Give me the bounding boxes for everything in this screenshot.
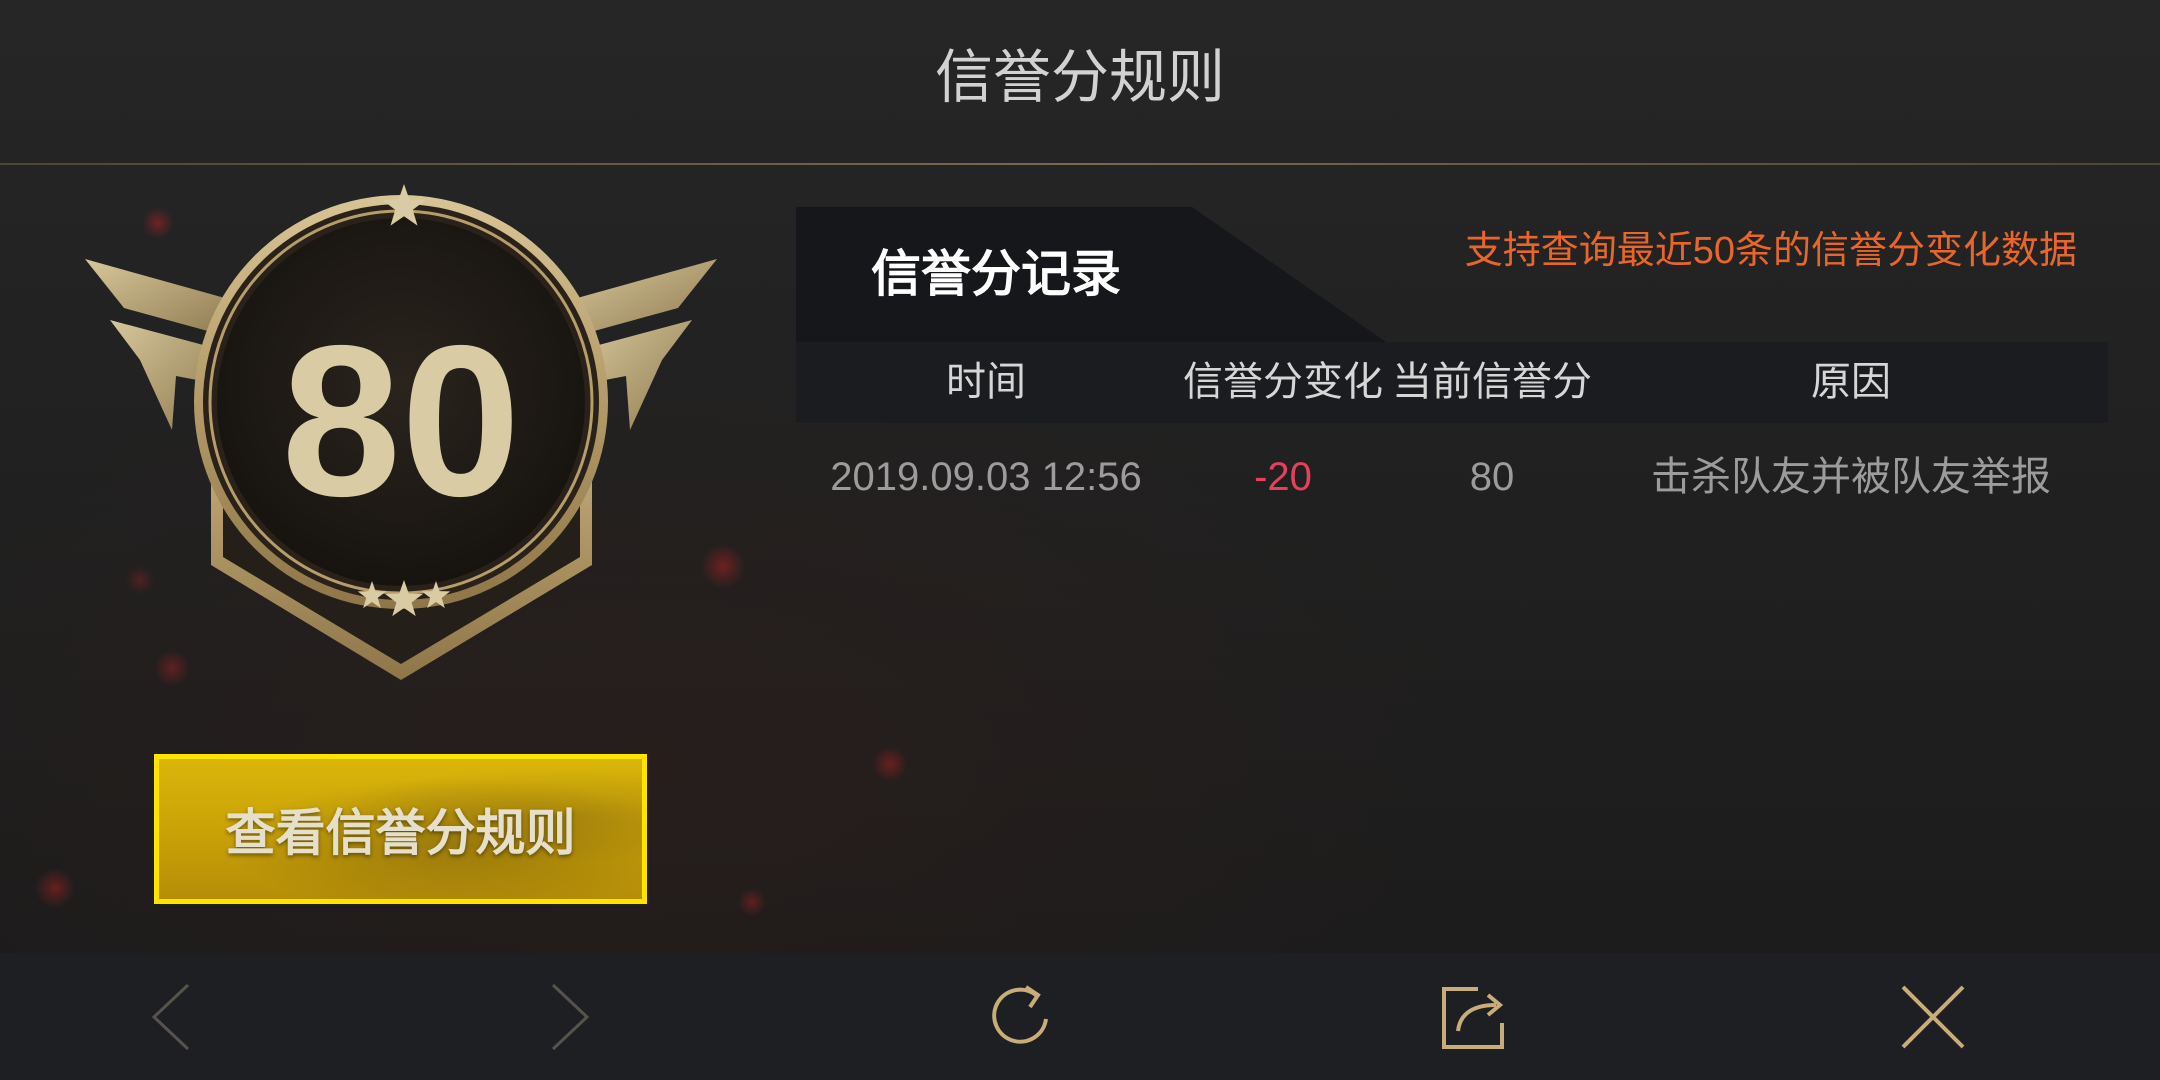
forward-button[interactable]	[529, 977, 609, 1057]
bottom-nav-bar	[0, 953, 2160, 1080]
app-root: 信誉分规则 80 查看信誉分规则 信誉分记录 支持查询最近50条的信誉分变化数据…	[0, 0, 2160, 1080]
table-row: 2019.09.03 12:56 -20 80 击杀队友并被队友举报	[796, 437, 2108, 518]
chevron-right-icon	[551, 983, 590, 1051]
credit-score-badge: 80	[85, 184, 717, 680]
refresh-button[interactable]	[982, 977, 1062, 1057]
records-note: 支持查询最近50条的信誉分变化数据	[1464, 230, 2077, 272]
view-rules-button[interactable]: 查看信誉分规则	[154, 754, 647, 904]
tab-credit-records-label: 信誉分记录	[871, 246, 1121, 302]
share-button[interactable]	[1434, 977, 1514, 1057]
close-button[interactable]	[1893, 977, 1973, 1057]
column-header-time: 时间	[946, 360, 1026, 404]
page-title: 信誉分规则	[934, 45, 1225, 110]
credit-score-value: 80	[281, 300, 520, 541]
column-header-current: 当前信誉分	[1392, 360, 1592, 404]
refresh-icon	[992, 985, 1048, 1044]
back-button[interactable]	[132, 977, 212, 1057]
row-change: -20	[1254, 455, 1312, 499]
records-table-header: 时间 信誉分变化 当前信誉分 原因	[796, 342, 2108, 423]
column-header-change: 信誉分变化	[1183, 360, 1383, 404]
close-icon	[1901, 985, 1965, 1049]
header-divider	[0, 163, 2160, 165]
row-reason: 击杀队友并被队友举报	[1651, 455, 2051, 499]
view-rules-button-label: 查看信誉分规则	[225, 805, 576, 861]
chevron-left-icon	[151, 983, 190, 1051]
column-header-reason: 原因	[1811, 360, 1891, 404]
row-time: 2019.09.03 12:56	[830, 455, 1142, 499]
share-icon	[1442, 987, 1504, 1049]
row-current: 80	[1469, 455, 1515, 499]
